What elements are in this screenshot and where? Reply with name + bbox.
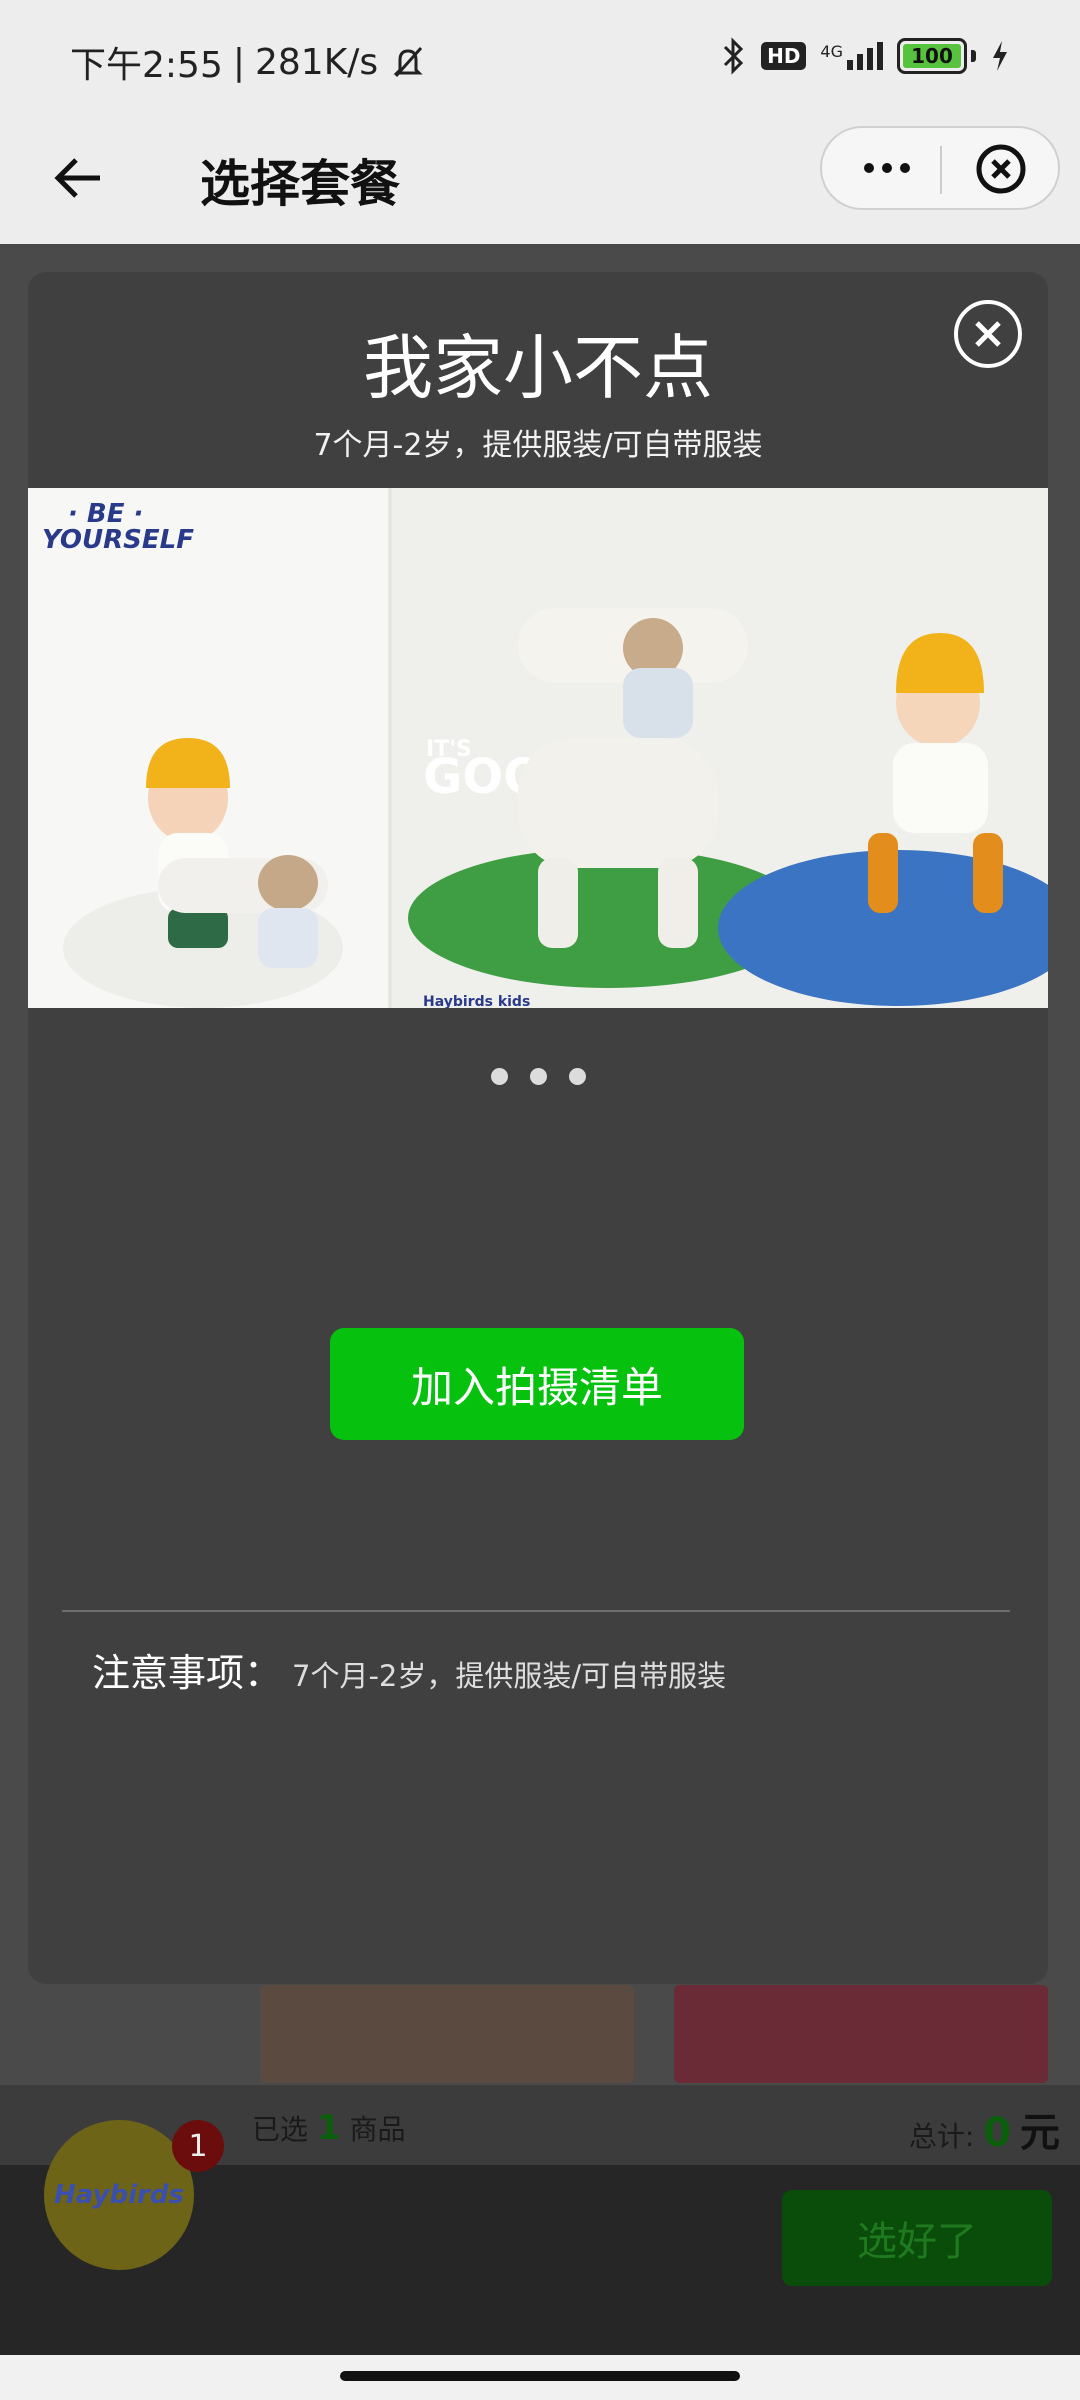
mini-program-capsule: [820, 126, 1060, 210]
selected-prefix: 已选: [252, 2113, 309, 2146]
more-dot: [864, 163, 874, 173]
more-icon[interactable]: [852, 148, 922, 188]
hd-badge: HD: [761, 42, 807, 70]
background-product-photo: [674, 1985, 1048, 2083]
add-to-shoot-list-button[interactable]: 加入拍摄清单: [330, 1328, 744, 1440]
battery-tip: [971, 50, 976, 62]
nav-bar: 选择套餐: [0, 118, 1080, 244]
more-dot: [900, 163, 910, 173]
cart-badge: 1: [172, 2120, 224, 2172]
signal-bar: [857, 54, 863, 70]
total-label: 总计:: [908, 2120, 975, 2153]
network-type: 4G: [820, 42, 843, 61]
close-icon[interactable]: [952, 298, 1024, 370]
total-value: 0: [983, 2110, 1012, 2156]
battery-icon: 100: [897, 38, 967, 74]
notes-text: 7个月-2岁，提供服装/可自带服装: [292, 1659, 727, 1693]
confirm-button[interactable]: 选好了: [782, 2190, 1052, 2286]
hero-brand: Haybirds kids: [423, 994, 530, 1008]
close-circle-icon[interactable]: [974, 142, 1028, 196]
status-time: 下午2:55: [70, 45, 223, 86]
network-speed: 281K/s: [254, 41, 379, 83]
charging-icon: [993, 41, 1007, 71]
notes-section: 注意事项： 7个月-2岁，提供服装/可自带服装: [92, 1642, 726, 1697]
selected-suffix: 商品: [349, 2113, 406, 2146]
status-sep: |: [232, 41, 245, 83]
status-right: HD 4G 100: [721, 36, 1010, 76]
hero-text-yourself: YOURSELF: [42, 525, 194, 555]
package-detail-modal: 我家小不点 7个月-2岁，提供服装/可自带服装 · BE · YOURSELF …: [28, 272, 1048, 1984]
package-photo[interactable]: · BE · YOURSELF IT'S GOODBOY: [28, 488, 1048, 1008]
total-text: 总计: 0 元: [909, 2100, 1060, 2158]
carousel-dot[interactable]: [490, 1068, 508, 1085]
modal-subtitle: 7个月-2岁，提供服装/可自带服装: [313, 428, 763, 463]
signal-bar: [867, 48, 873, 70]
page-title: 选择套餐: [200, 155, 400, 213]
selected-count-text: 已选 1 商品: [252, 2108, 406, 2148]
selected-count: 1: [316, 2108, 341, 2148]
signal-bar: [847, 60, 853, 70]
notes-label: 注意事项：: [92, 1651, 283, 1695]
background-product-photo: [260, 1985, 634, 2083]
divider: [62, 1610, 1010, 1612]
signal-bar: [877, 42, 883, 70]
carousel-indicator: [28, 1068, 1048, 1085]
modal-title: 我家小不点: [363, 327, 713, 409]
bluetooth-icon: [724, 37, 744, 75]
status-bar: 下午2:55 | 281K/s HD 4G 100: [0, 0, 1080, 118]
carousel-dot[interactable]: [529, 1068, 547, 1085]
package-photo-illustration: · BE · YOURSELF IT'S GOODBOY: [28, 488, 1048, 1008]
back-arrow-icon[interactable]: [48, 148, 108, 208]
home-indicator[interactable]: [340, 2371, 740, 2381]
more-dot: [882, 163, 892, 173]
status-left: 下午2:55 | 281K/s: [70, 36, 428, 88]
total-unit: 元: [1020, 2110, 1060, 2156]
carousel-dot[interactable]: [568, 1068, 586, 1085]
battery-level: 100: [911, 44, 953, 68]
mute-bell-icon: [393, 47, 423, 77]
capsule-divider: [940, 146, 942, 194]
signal-icon: 4G: [820, 42, 883, 70]
